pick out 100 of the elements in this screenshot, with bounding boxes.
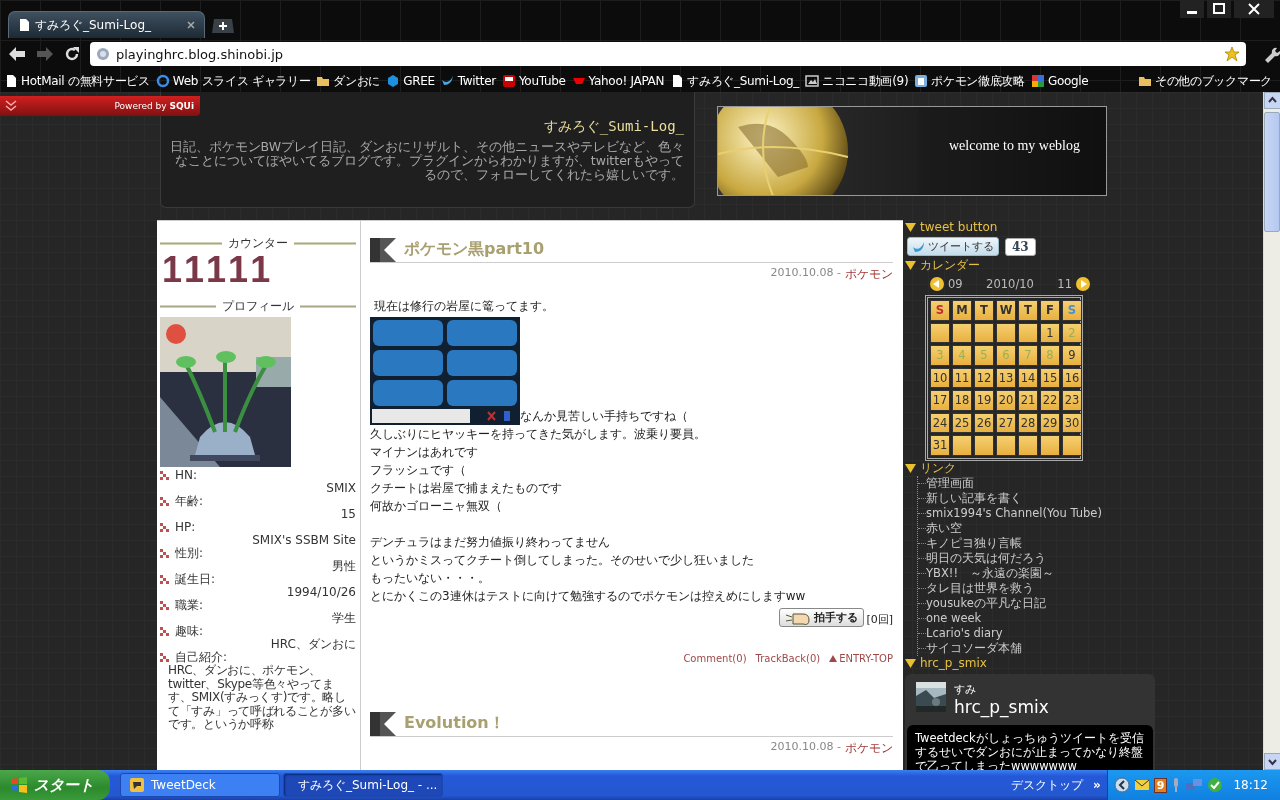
blog-title[interactable]: すみろぐ_Sumi-Log_ <box>169 118 684 136</box>
bookmark[interactable]: Yahoo! JAPAN <box>571 74 665 88</box>
close-icon[interactable] <box>1234 0 1274 18</box>
folder-icon <box>316 74 331 88</box>
sidebar-link[interactable]: 明日の天気は何だろう <box>926 550 1046 566</box>
calendar-day: 31 <box>930 435 950 456</box>
clap-button[interactable]: 拍手する <box>779 608 865 627</box>
bookmark[interactable]: HotMail の無料サービス <box>4 72 150 90</box>
screen-name[interactable]: hrc_p_smix <box>954 696 1049 717</box>
browser-tab[interactable]: すみろぐ_Sumi-Log_ <box>8 11 205 38</box>
field-value: SMIX's SSBM Site <box>251 534 356 547</box>
tweet-button[interactable]: ツイートする <box>907 237 999 256</box>
entry-link[interactable]: ENTRY-TOP <box>829 653 893 664</box>
tweet-count: 43 <box>1005 237 1036 256</box>
field-label: 性別: <box>175 547 204 560</box>
scroll-down-icon[interactable] <box>1264 753 1280 770</box>
bookmark[interactable]: ポケモン徹底攻略 <box>914 72 1025 90</box>
sidebar-link[interactable]: サイコソーダ本舗 <box>926 640 1022 656</box>
entry-link[interactable]: TrackBack(0) <box>755 653 821 664</box>
calendar-day: 22 <box>1040 390 1060 411</box>
sidebar-link[interactable]: yousukeの平凡な日記 <box>926 595 1046 611</box>
taskbar-button[interactable]: TweetDeck <box>120 773 280 797</box>
calendar-day: 26 <box>974 412 994 433</box>
envelope-icon[interactable] <box>1133 778 1150 792</box>
new-tab-icon[interactable] <box>211 18 235 34</box>
field-value: SMIX <box>325 482 356 495</box>
star-icon[interactable] <box>1224 46 1240 62</box>
post-text: 何故かゴローニャ無双（ <box>370 498 503 515</box>
field-label: 趣味: <box>175 625 204 638</box>
hexagon-icon <box>386 74 401 88</box>
scrollbar-thumb[interactable] <box>1264 112 1280 232</box>
flag-icon <box>370 712 396 736</box>
sidebar-link[interactable]: one week <box>926 610 982 626</box>
reload-icon[interactable] <box>64 46 80 62</box>
previous-month[interactable]: 09 <box>948 277 963 291</box>
back-icon[interactable] <box>8 46 26 62</box>
scroll-up-icon[interactable] <box>1264 92 1280 109</box>
sidebar-link[interactable]: タレ目は世界を救う <box>926 580 1034 596</box>
field-value: 男性 <box>331 560 356 573</box>
post-text: クチートは岩屋で捕まえたものです <box>370 480 563 497</box>
weekday-header: S <box>930 300 950 321</box>
toolbar-expand[interactable]: » <box>1093 778 1101 792</box>
bookmark[interactable]: YouTube <box>501 74 566 88</box>
visit-counter: 11111 <box>162 252 276 288</box>
bookmark[interactable]: Twitter <box>440 74 496 88</box>
bookmark[interactable]: Google <box>1030 74 1089 88</box>
calendar-day: 10 <box>930 367 950 388</box>
weekday-header: S <box>1062 300 1082 321</box>
sidebar-link[interactable]: YBX!! ～永遠の楽園～ <box>926 565 1054 581</box>
bookmark[interactable]: GREE <box>386 74 435 88</box>
chevron-icon[interactable] <box>4 99 18 113</box>
taskbar-button[interactable]: すみろぐ_Sumi-Log_ - ... <box>283 773 443 797</box>
calendar-day: 14 <box>1018 367 1038 388</box>
maximize-icon[interactable] <box>1207 0 1231 18</box>
page-icon <box>17 18 29 32</box>
bullet-icon <box>160 575 169 584</box>
field-label: 職業: <box>175 599 204 612</box>
triangle-icon <box>905 223 916 232</box>
field-value: 1994/10/26 <box>285 586 356 599</box>
calendar-day: 24 <box>930 412 950 433</box>
sidebar-link[interactable]: Lcario's diary <box>926 625 1003 641</box>
next-icon[interactable] <box>1076 277 1090 291</box>
calendar-day: 17 <box>930 390 950 411</box>
squares-icon <box>1030 74 1045 88</box>
bookmark[interactable]: ダンおに <box>316 72 381 90</box>
minimize-icon[interactable] <box>1180 0 1204 18</box>
sidebar-link[interactable]: 管理画面 <box>926 475 974 491</box>
calendar-day: 9 <box>1062 345 1082 366</box>
bookmark[interactable]: Web スライス ギャラリー <box>155 72 311 90</box>
sidebar-link[interactable]: 新しい記事を書く <box>926 490 1022 506</box>
category-link[interactable]: ポケモン <box>845 266 893 283</box>
weekday-header: T <box>1018 300 1038 321</box>
start-button[interactable]: スタート <box>0 770 110 800</box>
forward-icon[interactable] <box>36 46 54 62</box>
post-text: フラッシュです（ <box>370 462 467 479</box>
sidebar-link[interactable]: キノピヨ独り言帳 <box>926 535 1022 551</box>
next-month[interactable]: 11 <box>1057 277 1072 291</box>
check-icon[interactable] <box>1207 777 1224 793</box>
sidebar-link[interactable]: 赤い空 <box>926 520 962 536</box>
empty-day <box>952 435 972 456</box>
post-text: もったいない・・・。 <box>370 570 491 587</box>
folder-icon <box>1138 74 1152 88</box>
calendar-day: 19 <box>974 390 994 411</box>
address-bar[interactable]: playinghrc.blog.shinobi.jp <box>90 42 1246 66</box>
section-heading: プロフィール <box>160 298 356 315</box>
bookmark[interactable]: ニコニコ動画(9) <box>804 72 909 90</box>
field-label: HP: <box>175 521 196 534</box>
category-link[interactable]: ポケモン <box>845 740 893 757</box>
bookmark[interactable]: すみろぐ_Sumi-Log_ <box>670 72 799 90</box>
flag-icon <box>370 238 396 262</box>
bookmark-folder[interactable]: その他のブックマーク <box>1138 72 1272 90</box>
previous-icon[interactable] <box>930 277 944 291</box>
page-icon <box>670 74 685 88</box>
field-value: HRC、ダンおに <box>269 638 356 651</box>
calendar-day: 13 <box>996 367 1016 388</box>
calendar-day: 28 <box>1018 412 1038 433</box>
entry-link[interactable]: Comment(0) <box>683 653 747 664</box>
section-heading: カウンター <box>160 235 356 252</box>
sidebar-link[interactable]: smix1994's Channel(You Tube) <box>926 505 1102 521</box>
weekday-header: M <box>952 300 972 321</box>
